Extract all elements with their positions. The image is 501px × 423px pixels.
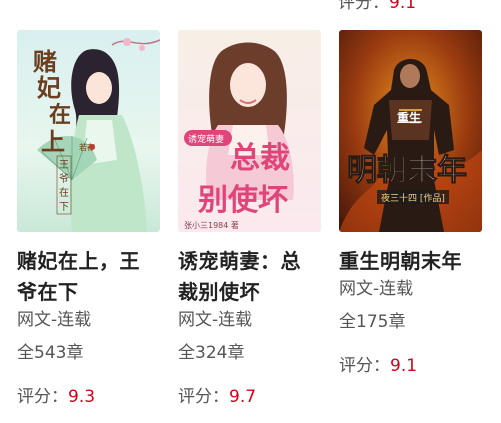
svg-text:明朝末年: 明朝末年 [347,153,467,188]
book-cover[interactable]: 重生 明朝末年 夜三十四 [作品] [339,30,482,232]
book-rating: 评分：9.7 [178,382,321,407]
svg-text:在: 在 [49,102,71,128]
rating-label: 评分： [178,387,229,407]
rating-score: 9.1 [390,356,418,376]
book-chapter-count: 全543章 [17,343,84,363]
svg-text:爷: 爷 [59,172,69,185]
rating-label: 评分： [339,356,390,376]
svg-text:妃: 妃 [37,73,61,102]
svg-text:上: 上 [41,127,65,156]
book-rating: 评分：9.1 [339,351,482,376]
book-chapter-count: 全324章 [178,343,245,363]
svg-text:王: 王 [59,160,69,171]
svg-text:重生: 重生 [397,110,421,125]
svg-text:张小三1984 著: 张小三1984 著 [184,220,239,230]
book-title[interactable]: 重生明朝末年 [339,246,482,277]
book-rating: 评分：9.3 [17,382,160,407]
svg-text:下: 下 [59,202,69,213]
book-cover[interactable]: 赌 妃 在 上 王 爷 在 下 若存 [17,30,160,232]
rating-label: 评分： [17,387,68,407]
svg-text:在: 在 [59,187,69,199]
book-title[interactable]: 诱宠萌妻：总裁别使坏 [178,246,321,308]
previous-row-rating: 评分：9.1 [338,0,416,13]
book-card[interactable]: 赌 妃 在 上 王 爷 在 下 若存 赌妃在上，王爷在下 网文-连载 全543章… [17,30,160,407]
svg-text:别使坏: 别使坏 [198,183,288,218]
book-category: 网文-连载 [339,279,414,299]
svg-text:诱宠萌妻: 诱宠萌妻 [188,133,224,145]
book-title[interactable]: 赌妃在上，王爷在下 [17,246,160,308]
svg-text:总裁: 总裁 [230,141,290,176]
book-cover[interactable]: 诱宠萌妻 总裁 别使坏 张小三1984 著 [178,30,321,232]
book-card[interactable]: 诱宠萌妻 总裁 别使坏 张小三1984 著 诱宠萌妻：总裁别使坏 网文-连载 全… [178,30,321,407]
svg-text:夜三十四 [作品]: 夜三十四 [作品] [381,192,445,204]
rating-score: 9.7 [229,387,257,407]
rating-score: 9.3 [68,387,96,407]
rating-score: 9.1 [389,0,417,13]
book-category: 网文-连载 [178,310,253,330]
book-card[interactable]: 重生 明朝末年 夜三十四 [作品] 重生明朝末年 网文-连载 全175章 评分：… [339,30,482,407]
book-chapter-count: 全175章 [339,312,406,332]
rating-label: 评分： [338,0,389,13]
book-grid: 赌 妃 在 上 王 爷 在 下 若存 赌妃在上，王爷在下 网文-连载 全543章… [17,30,482,407]
cover-title-glyph-1: 赌 [33,47,57,76]
book-category: 网文-连载 [17,310,92,330]
